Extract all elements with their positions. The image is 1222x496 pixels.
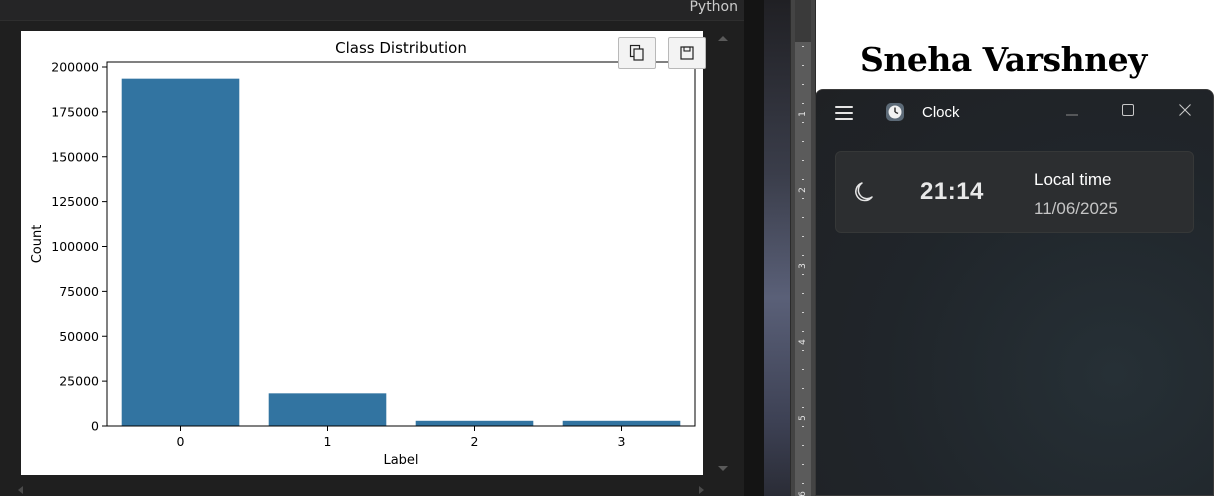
- y-tick-label: 100000: [51, 239, 99, 254]
- ruler-number: 4: [798, 339, 808, 345]
- desktop: Python Class Distribution 0 25000 50000 750…: [0, 0, 1222, 496]
- ruler-tick: [802, 141, 804, 142]
- language-label[interactable]: Python: [689, 0, 738, 15]
- y-tick-label: 150000: [51, 149, 99, 164]
- ruler-tick: [802, 293, 804, 294]
- local-time-card[interactable]: 21:14 Local time 11/06/2025: [835, 151, 1194, 233]
- y-tick-label: 200000: [51, 60, 99, 75]
- close-icon: [1179, 101, 1191, 120]
- scroll-right-arrow-icon[interactable]: [699, 486, 704, 494]
- local-date-value: 11/06/2025: [1034, 199, 1118, 218]
- y-tick-label: 75000: [59, 284, 99, 299]
- bar: [562, 420, 681, 426]
- ruler-tick: [802, 407, 804, 408]
- y-tick-label: 25000: [59, 374, 99, 389]
- scroll-up-arrow-icon[interactable]: [718, 36, 728, 41]
- y-axis: 0 25000 50000 75000 100000 125000 150000 175000…: [51, 60, 107, 434]
- ruler-tick: [802, 312, 804, 313]
- ruler-tick: [802, 331, 804, 332]
- clock-app-icon: [885, 102, 905, 122]
- x-tick-label: 1: [324, 434, 332, 449]
- document-heading: Sneha Varshney: [860, 40, 1147, 79]
- close-button[interactable]: [1165, 98, 1205, 122]
- ruler-tick: [802, 483, 804, 484]
- ruler-tick: [802, 122, 804, 123]
- local-time-value: 21:14: [920, 178, 984, 205]
- minimize-icon: [1066, 101, 1078, 120]
- maximize-icon: [1122, 101, 1134, 120]
- ruler-tick: [802, 274, 804, 275]
- ruler-tick: [802, 388, 804, 389]
- ruler-number: 6: [798, 491, 808, 496]
- bar: [121, 78, 240, 427]
- ruler-tick: [802, 426, 804, 427]
- x-axis: 0 1 2 3: [177, 426, 626, 449]
- ruler-tick: [802, 464, 804, 465]
- x-tick-label: 2: [471, 434, 479, 449]
- ruler-tick: [802, 84, 804, 85]
- y-axis-label: Count: [30, 225, 45, 264]
- maximize-button[interactable]: [1108, 98, 1148, 122]
- bar: [415, 420, 534, 426]
- save-icon: [680, 46, 694, 60]
- y-tick-label: 50000: [59, 329, 99, 344]
- ruler-tick: [802, 369, 804, 370]
- app-title: Clock: [922, 104, 960, 121]
- ruler-tick: [802, 255, 804, 256]
- vertical-ruler: 1 2 3 4 5 6: [790, 0, 816, 496]
- y-tick-label: 0: [91, 419, 99, 434]
- y-tick-label: 125000: [51, 194, 99, 209]
- cell-toolbar: Python: [0, 0, 744, 21]
- ruler-tick: [802, 160, 804, 161]
- ruler-number: 1: [798, 111, 808, 117]
- bars: [121, 78, 681, 427]
- ruler-number: 2: [798, 187, 808, 193]
- background-photo: [764, 0, 790, 496]
- window-gap: [744, 0, 764, 496]
- ruler-number: 3: [798, 263, 808, 269]
- y-tick-label: 175000: [51, 104, 99, 119]
- copy-output-button[interactable]: [618, 37, 656, 69]
- save-output-button[interactable]: [668, 37, 706, 69]
- ruler-tick: [802, 198, 804, 199]
- clock-window: Clock 21:14 Local time 11/06/2025: [815, 89, 1214, 496]
- notebook-editor: Python Class Distribution 0 25000 50000 750…: [0, 0, 744, 496]
- minimize-button[interactable]: [1052, 98, 1092, 122]
- scroll-down-arrow-icon[interactable]: [718, 466, 728, 471]
- ruler-tick: [802, 217, 804, 218]
- ruler-tick: [802, 445, 804, 446]
- copy-icon: [629, 44, 645, 62]
- x-axis-label: Label: [383, 453, 418, 468]
- bar-chart: Class Distribution 0 25000 50000 75000 10000…: [30, 39, 696, 468]
- hamburger-menu-icon[interactable]: [835, 106, 853, 120]
- ruler-number: 5: [798, 415, 808, 421]
- local-time-label: Local time: [1034, 170, 1112, 189]
- scroll-left-arrow-icon[interactable]: [18, 486, 23, 494]
- x-tick-label: 0: [177, 434, 185, 449]
- bar: [268, 393, 387, 426]
- ruler-tick: [802, 103, 804, 104]
- chart-title: Class Distribution: [335, 39, 467, 57]
- ruler-tick: [802, 65, 804, 66]
- title-bar[interactable]: Clock: [816, 90, 1213, 134]
- ruler-tick: [802, 46, 804, 47]
- x-tick-label: 3: [618, 434, 626, 449]
- ruler-tick: [802, 236, 804, 237]
- ruler-tick: [802, 179, 804, 180]
- ruler-tick: [802, 350, 804, 351]
- moon-icon: [853, 180, 875, 204]
